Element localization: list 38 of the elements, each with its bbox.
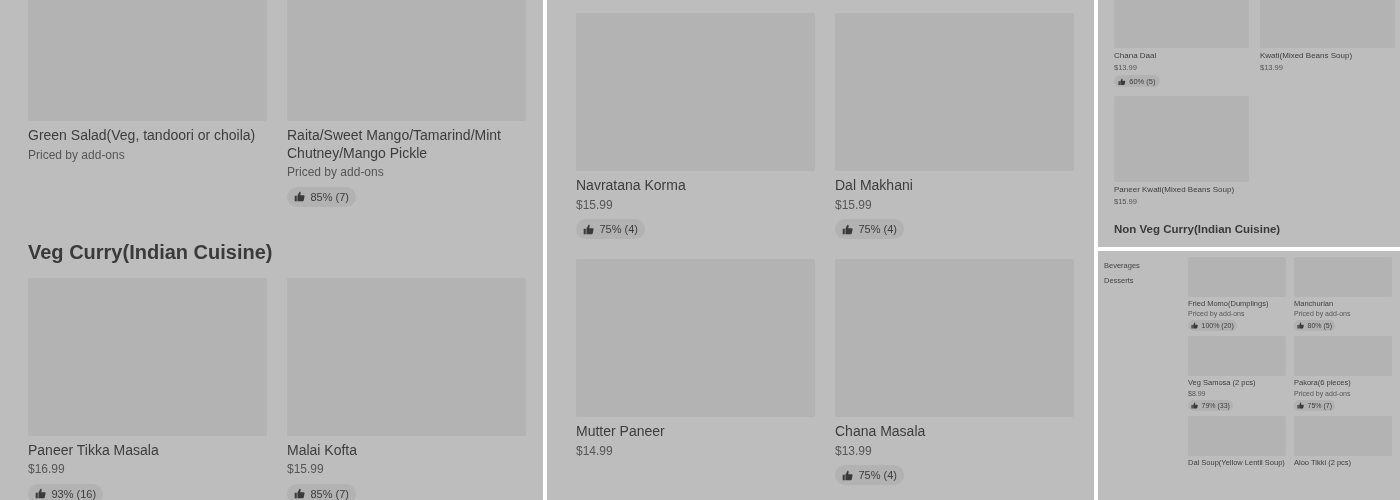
- thumbs-up-icon: [1297, 322, 1304, 330]
- item-name[interactable]: Paneer Kwati(Mixed Beans Soup): [1114, 185, 1249, 196]
- rating-text: 75% (4): [599, 223, 639, 236]
- item-price: $13.99: [835, 443, 873, 460]
- item-price: $15.99: [287, 462, 325, 478]
- item-name[interactable]: Navratana Korma: [576, 177, 815, 195]
- thumbs-up-icon: [842, 223, 853, 235]
- item-name[interactable]: Green Salad(Veg, tandoori or choila): [28, 127, 267, 145]
- item-name[interactable]: Kwati(Mixed Beans Soup): [1260, 51, 1395, 61]
- item-name[interactable]: Paneer Tikka Masala: [28, 441, 267, 460]
- item-price: $15.99: [576, 197, 614, 214]
- item-price: $15.99: [835, 197, 873, 214]
- item-name[interactable]: Mutter Paneer: [576, 423, 815, 441]
- rating-text: 75% (4): [858, 469, 898, 482]
- rating-text: 85% (7): [310, 190, 350, 203]
- item-price: Priced by add-ons: [28, 147, 126, 164]
- rating-text: 75% (4): [858, 223, 898, 236]
- thumbs-up-icon: [1191, 401, 1198, 409]
- thumbs-up-icon: [842, 469, 853, 481]
- section-heading: Non Veg Curry(Indian Cuisine): [1114, 222, 1282, 235]
- item-name[interactable]: Raita/Sweet Mango/Tamarind/Mint Chutney/Mango Pickle: [287, 127, 526, 162]
- thumbs-up-icon: [1297, 401, 1304, 409]
- item-price: $16.99: [28, 462, 66, 478]
- item-name[interactable]: Dal Makhani: [835, 177, 1074, 195]
- section-heading: Veg Curry(Indian Cuisine): [28, 240, 274, 264]
- thumbs-up-icon: [1118, 77, 1126, 85]
- item-name[interactable]: Malai Kofta: [287, 441, 526, 460]
- thumbs-up-icon: [294, 488, 305, 500]
- thumbs-up-icon: [294, 191, 305, 203]
- thumbs-up-icon: [583, 223, 594, 235]
- item-price: Priced by add-ons: [287, 165, 385, 181]
- item-price: $14.99: [576, 443, 614, 460]
- thumbs-up-icon: [1191, 322, 1198, 330]
- rating-text: 93% (16): [51, 487, 97, 500]
- item-name[interactable]: Chana Daal: [1114, 51, 1249, 61]
- thumbs-up-icon: [35, 488, 46, 500]
- item-name[interactable]: Chana Masala: [835, 423, 1074, 441]
- rating-text: 85% (7): [310, 487, 350, 500]
